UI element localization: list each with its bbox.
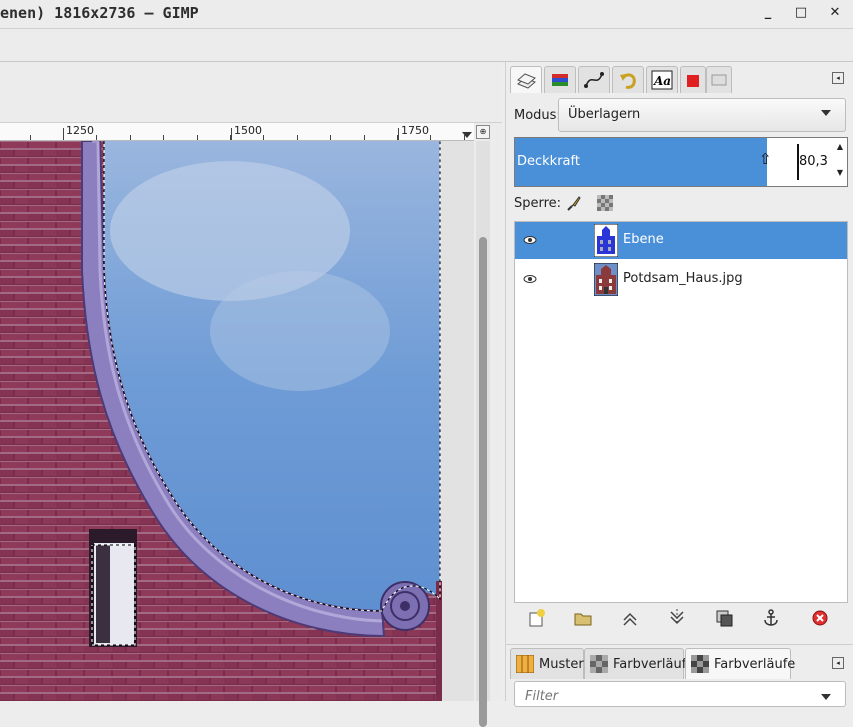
- lower-layer-icon[interactable]: [667, 608, 687, 628]
- image-canvas[interactable]: [0, 141, 474, 701]
- lock-row: Sperre:: [514, 193, 846, 215]
- channels-icon: [552, 74, 568, 86]
- spin-down-icon[interactable]: ▼: [837, 168, 843, 177]
- mode-value: Überlagern: [568, 107, 641, 122]
- ruler-minor-tick: [30, 135, 31, 140]
- window-title: enen) 1816x2736 – GIMP: [0, 4, 199, 22]
- configure-tab-icon[interactable]: ◂: [832, 72, 844, 84]
- minimize-icon[interactable]: _: [757, 4, 779, 22]
- tab-layers[interactable]: [510, 66, 542, 93]
- layers-icon: [517, 73, 536, 89]
- maximize-icon[interactable]: □: [790, 4, 812, 22]
- layer-row[interactable]: Ebene: [515, 222, 847, 259]
- toolbar-strip: [0, 62, 502, 123]
- layer-name[interactable]: Ebene: [623, 232, 664, 247]
- opacity-value[interactable]: 80,3: [799, 154, 828, 169]
- ruler-minor-tick: [197, 135, 198, 140]
- ruler-major-tick: [231, 128, 232, 140]
- vertical-scrollbar[interactable]: [476, 141, 490, 727]
- tab-undo-history[interactable]: [612, 66, 644, 93]
- new-group-icon[interactable]: [573, 608, 593, 628]
- bottom-dock: Muster Farbverläufe Farbverläufe ◂: [506, 644, 853, 707]
- gradient-icon: [691, 655, 709, 673]
- eye-icon[interactable]: [523, 234, 537, 246]
- window-titlebar: enen) 1816x2736 – GIMP _ □ ✕: [0, 0, 853, 29]
- tab-label: Muster: [539, 657, 584, 672]
- layer-name[interactable]: Potdsam_Haus.jpg: [623, 271, 743, 286]
- new-layer-icon[interactable]: [526, 608, 546, 628]
- configure-tab-icon[interactable]: ◂: [832, 657, 844, 669]
- ruler-minor-tick: [130, 135, 131, 140]
- tab-fonts[interactable]: Aa: [646, 66, 678, 93]
- ruler-major-tick: [398, 128, 399, 140]
- ruler-minor-tick: [464, 135, 465, 140]
- horizontal-ruler: 1250 1500 1750: [0, 123, 474, 141]
- duplicate-layer-icon[interactable]: [714, 608, 734, 628]
- color-swatch-icon: [687, 75, 699, 87]
- menubar: [0, 29, 853, 62]
- ruler-minor-tick: [330, 135, 331, 140]
- filter-input[interactable]: [523, 688, 807, 705]
- ruler-minor-tick: [263, 135, 264, 140]
- raise-layer-icon[interactable]: [620, 608, 640, 628]
- svg-text:Aa: Aa: [653, 74, 671, 88]
- tab-images[interactable]: [706, 66, 732, 93]
- tab-paths[interactable]: [578, 66, 610, 93]
- ruler-minor-tick: [430, 135, 431, 140]
- ruler-label: 1250: [66, 124, 94, 137]
- pointer-cursor-icon: ⇧: [759, 150, 772, 168]
- fonts-icon: Aa: [651, 70, 673, 90]
- tab-gradients[interactable]: Farbverläufe: [584, 648, 694, 679]
- navigate-icon[interactable]: ⊕: [476, 125, 490, 139]
- gradient-icon: [590, 655, 608, 673]
- anchor-layer-icon[interactable]: [761, 608, 781, 628]
- ruler-minor-tick: [230, 135, 231, 140]
- delete-layer-icon[interactable]: [810, 608, 830, 628]
- ruler-minor-tick: [96, 135, 97, 140]
- undo-history-icon: [620, 73, 636, 89]
- dock-tab-row: Aa ◂: [506, 62, 853, 94]
- patterns-icon: [516, 655, 534, 673]
- ruler-minor-tick: [297, 135, 298, 140]
- chevron-down-icon[interactable]: [821, 694, 831, 700]
- ruler-label: 1750: [401, 124, 429, 137]
- tab-channels[interactable]: [544, 66, 576, 93]
- tab-label: Farbverläufe: [714, 657, 796, 672]
- tab-patterns[interactable]: Muster: [510, 648, 584, 679]
- opacity-slider[interactable]: Deckkraft ⇧ 80,3 ▲ ▼: [514, 137, 848, 187]
- ruler-minor-tick: [397, 135, 398, 140]
- opacity-label: Deckkraft: [517, 154, 580, 169]
- layers-list: Ebene Potdsam_Haus.jpg: [514, 221, 848, 603]
- images-icon: [711, 74, 727, 86]
- tab-brushes[interactable]: [680, 66, 706, 93]
- ruler-minor-tick: [364, 135, 365, 140]
- ruler-minor-tick: [63, 135, 64, 140]
- layer-thumbnail: [594, 263, 618, 296]
- lock-alpha-icon[interactable]: [596, 194, 614, 212]
- layers-dock: Aa ◂ Modus: Überlagern Deckkraft ⇧ 80,3 …: [505, 62, 853, 707]
- scrollbar-thumb[interactable]: [479, 237, 487, 727]
- paths-icon: [584, 72, 604, 88]
- layer-buttons-row: [514, 602, 846, 634]
- close-icon[interactable]: ✕: [824, 4, 846, 22]
- mode-label: Modus:: [514, 108, 561, 123]
- filter-field[interactable]: [514, 681, 846, 707]
- ruler-minor-tick: [163, 135, 164, 140]
- tab-label: Farbverläufe: [613, 657, 695, 672]
- lock-label: Sperre:: [514, 196, 562, 211]
- canvas-image: [0, 141, 474, 701]
- spin-up-icon[interactable]: ▲: [837, 142, 843, 151]
- layer-thumbnail: [594, 224, 618, 257]
- mode-combo[interactable]: Überlagern: [558, 98, 846, 132]
- chevron-down-icon: [821, 110, 831, 116]
- ruler-label: 1500: [234, 124, 262, 137]
- lock-pixels-icon[interactable]: [566, 195, 582, 211]
- layer-row[interactable]: Potdsam_Haus.jpg: [515, 261, 847, 298]
- eye-icon[interactable]: [523, 273, 537, 285]
- tab-gradients-active[interactable]: Farbverläufe: [685, 648, 795, 679]
